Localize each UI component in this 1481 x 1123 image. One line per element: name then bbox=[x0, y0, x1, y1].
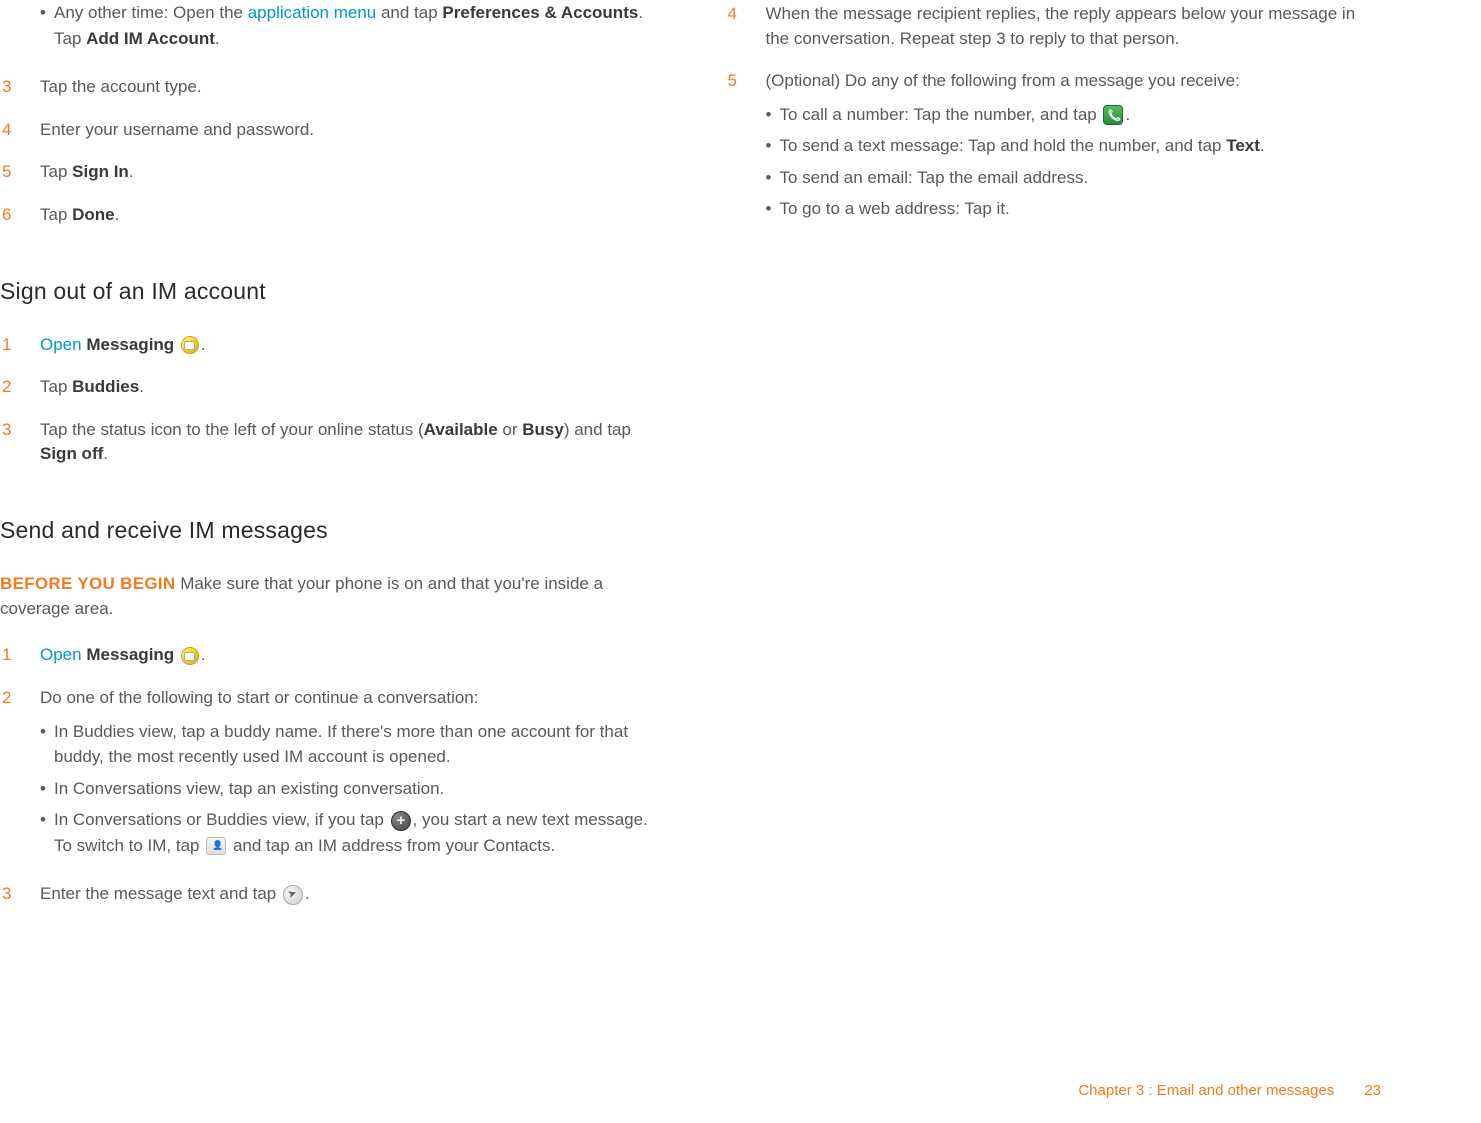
page-footer: Chapter 3 : Email and other messages 23 bbox=[1078, 1082, 1381, 1099]
open-link[interactable]: Open bbox=[40, 335, 82, 354]
send-step-2: 2 Do one of the following to start or co… bbox=[0, 686, 656, 864]
bullet-item: • To send a text message: Tap and hold t… bbox=[766, 133, 1382, 159]
step-text: Tap Sign In. bbox=[40, 160, 656, 185]
bullet-text: Any other time: Open the application men… bbox=[54, 0, 656, 51]
step-number: 4 bbox=[726, 2, 766, 51]
step-number: 1 bbox=[0, 333, 40, 358]
step-text: Enter the message text and tap . bbox=[40, 882, 656, 907]
chapter-label: Chapter 3 : Email and other messages bbox=[1078, 1082, 1334, 1099]
new-message-icon bbox=[391, 811, 411, 831]
step-number: 2 bbox=[0, 686, 40, 864]
step-text: (Optional) Do any of the following from … bbox=[766, 69, 1382, 94]
step-number: 6 bbox=[0, 203, 40, 228]
send-step-1: 1 Open Messaging . bbox=[0, 643, 656, 668]
bullet-item: • In Conversations or Buddies view, if y… bbox=[40, 807, 656, 858]
step-text: Tap the status icon to the left of your … bbox=[40, 418, 656, 467]
bullet-item: • To send an email: Tap the email addres… bbox=[766, 165, 1382, 191]
bullet-item: • In Conversations view, tap an existing… bbox=[40, 776, 656, 802]
step-text: When the message recipient replies, the … bbox=[766, 2, 1382, 51]
step-text: Do one of the following to start or cont… bbox=[40, 686, 656, 711]
step-number: 1 bbox=[0, 643, 40, 668]
step-3: 3 Tap the account type. bbox=[0, 75, 656, 100]
bullet-item: • To go to a web address: Tap it. bbox=[766, 196, 1382, 222]
bullet-item: • To call a number: Tap the number, and … bbox=[766, 102, 1382, 128]
step-4: 4 Enter your username and password. bbox=[0, 118, 656, 143]
step-text: Tap the account type. bbox=[40, 75, 656, 100]
step-number: 5 bbox=[0, 160, 40, 185]
step-number: 3 bbox=[0, 75, 40, 100]
right-column: 4 When the message recipient replies, th… bbox=[726, 0, 1382, 925]
step-number: 2 bbox=[0, 375, 40, 400]
step-6: 6 Tap Done. bbox=[0, 203, 656, 228]
step-text: Open Messaging . bbox=[40, 643, 656, 668]
open-link[interactable]: Open bbox=[40, 645, 82, 664]
step-text: Tap Done. bbox=[40, 203, 656, 228]
signout-step-2: 2 Tap Buddies. bbox=[0, 375, 656, 400]
left-column: • Any other time: Open the application m… bbox=[0, 0, 656, 925]
step-number: 3 bbox=[0, 418, 40, 467]
signout-step-3: 3 Tap the status icon to the left of you… bbox=[0, 418, 656, 467]
before-you-begin-label: BEFORE YOU BEGIN bbox=[0, 574, 175, 593]
section-heading-signout: Sign out of an IM account bbox=[0, 278, 656, 305]
application-menu-link[interactable]: application menu bbox=[248, 3, 377, 22]
right-step-4: 4 When the message recipient replies, th… bbox=[726, 2, 1382, 51]
step-continued: • Any other time: Open the application m… bbox=[0, 0, 656, 57]
send-step-3: 3 Enter the message text and tap . bbox=[0, 882, 656, 907]
bullet-marker: • bbox=[40, 0, 54, 51]
messaging-icon bbox=[181, 336, 199, 354]
before-you-begin-line: BEFORE YOU BEGIN Make sure that your pho… bbox=[0, 572, 656, 621]
section-heading-send: Send and receive IM messages bbox=[0, 517, 656, 544]
step-number: 3 bbox=[0, 882, 40, 907]
right-step-5: 5 (Optional) Do any of the following fro… bbox=[726, 69, 1382, 228]
step-number: 5 bbox=[726, 69, 766, 228]
messaging-icon bbox=[181, 647, 199, 665]
page-number: 23 bbox=[1364, 1082, 1381, 1099]
step-text: Tap Buddies. bbox=[40, 375, 656, 400]
step-text: Enter your username and password. bbox=[40, 118, 656, 143]
send-icon bbox=[283, 885, 303, 905]
step-number: 4 bbox=[0, 118, 40, 143]
call-icon bbox=[1103, 105, 1123, 125]
signout-step-1: 1 Open Messaging . bbox=[0, 333, 656, 358]
bullet-item: • In Buddies view, tap a buddy name. If … bbox=[40, 719, 656, 770]
step-text: Open Messaging . bbox=[40, 333, 656, 358]
contact-card-icon bbox=[206, 837, 226, 855]
step-5: 5 Tap Sign In. bbox=[0, 160, 656, 185]
